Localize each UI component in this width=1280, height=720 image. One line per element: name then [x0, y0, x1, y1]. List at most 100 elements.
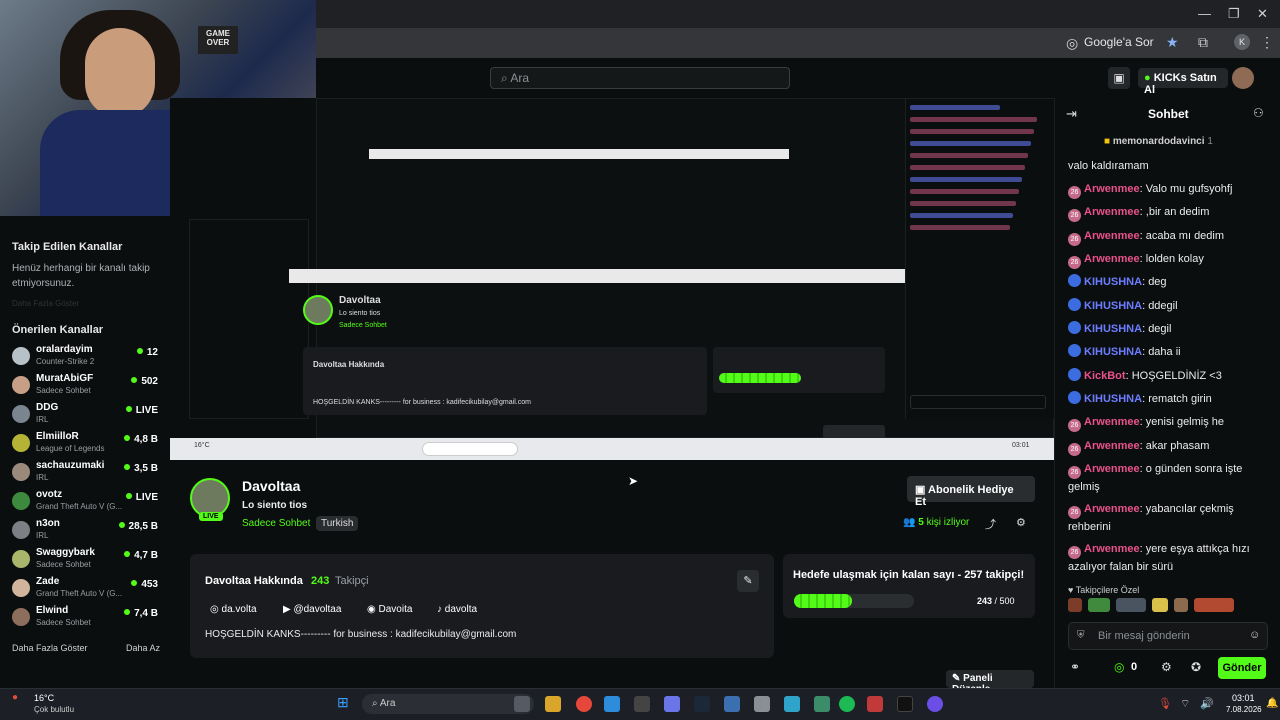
microphone-icon[interactable]: 🎙: [1158, 697, 1172, 710]
steam-icon[interactable]: [694, 696, 710, 712]
sidebar-channel-elwind[interactable]: Elwind Sadece Sohbet 7,4 B: [12, 605, 162, 631]
sidebar-channel-ovotz[interactable]: ovotz Grand Theft Auto V (G... LIVE: [12, 489, 162, 515]
points-icon[interactable]: ◎: [1114, 660, 1124, 674]
emote-3[interactable]: [1116, 598, 1146, 612]
gift-box-icon[interactable]: ▣: [1108, 67, 1130, 89]
app3-icon[interactable]: [754, 696, 770, 712]
profile-avatar[interactable]: K: [1234, 34, 1250, 50]
taskbar-search[interactable]: ⌕ Ara: [362, 694, 534, 714]
terminal-icon[interactable]: [897, 696, 913, 712]
sidebar-channel-elmiillor[interactable]: ElmiilloR League of Legends 4,8 B: [12, 431, 162, 457]
collapse-chat-icon[interactable]: ⇥: [1066, 106, 1077, 122]
social-tiktok[interactable]: ♪ davolta: [437, 604, 477, 615]
search-input[interactable]: ⌕ Ara: [490, 67, 790, 89]
stream-tag[interactable]: Turkish: [316, 516, 359, 531]
channel-category: IRL: [36, 531, 49, 540]
channel-viewers: 4,7 B: [124, 550, 158, 561]
app5-icon[interactable]: [814, 696, 830, 712]
user-settings-icon[interactable]: ⚙: [1016, 516, 1026, 529]
network-icon[interactable]: ⌔: [1180, 697, 1190, 711]
chat-username[interactable]: KIHUSHNA: [1084, 393, 1142, 405]
chat-username[interactable]: Arwenmee: [1084, 416, 1140, 428]
outlook-icon[interactable]: [604, 696, 620, 712]
chat-username[interactable]: Arwenmee: [1084, 253, 1140, 265]
weather-temp[interactable]: 16°C: [34, 693, 54, 703]
social-discord[interactable]: ◉ Davoita: [367, 604, 412, 615]
share-icon[interactable]: ⤴: [985, 516, 996, 532]
chat-username[interactable]: Arwenmee: [1084, 543, 1140, 555]
chat-tools-icon[interactable]: ✪: [1191, 660, 1201, 674]
edit-panels-button[interactable]: ✎ Paneli Düzenle: [946, 670, 1034, 695]
chat-username[interactable]: Arwenmee: [1084, 463, 1140, 475]
chat-input[interactable]: ⛨ Bir mesaj gönderin ☺: [1068, 622, 1268, 650]
google-ask-button[interactable]: Google'a Sor: [1084, 35, 1154, 49]
chat-username[interactable]: Arwenmee: [1084, 440, 1140, 452]
volume-icon[interactable]: 🔊: [1200, 697, 1214, 710]
discord-taskbar-icon[interactable]: [927, 696, 943, 712]
minimize-icon[interactable]: —: [1198, 6, 1211, 21]
emote-2[interactable]: [1088, 598, 1110, 612]
kicks-buy-button[interactable]: ● KICKs Satın Al: [1138, 68, 1228, 96]
edit-about-button[interactable]: ✎: [737, 570, 759, 592]
chat-text: degil: [1148, 323, 1172, 335]
chat-username[interactable]: Arwenmee: [1084, 183, 1140, 195]
chat-username[interactable]: Arwenmee: [1084, 230, 1140, 242]
sidebar-channel-sachauzumaki[interactable]: sachauzumaki IRL 3,5 B: [12, 460, 162, 486]
app2-icon[interactable]: [724, 696, 740, 712]
task-view-icon[interactable]: [514, 696, 530, 712]
social-instagram[interactable]: ◎ da.volta: [210, 604, 257, 615]
clock-time[interactable]: 03:01: [1232, 693, 1255, 703]
spotify-icon[interactable]: [839, 696, 855, 712]
notifications-icon[interactable]: 🔔: [1266, 698, 1278, 709]
chrome-icon[interactable]: [576, 696, 592, 712]
chat-message: KIHUSHNA: degil: [1068, 321, 1268, 337]
channel-viewers: 12: [137, 347, 158, 358]
chat-username[interactable]: KickBot: [1084, 370, 1126, 382]
chat-users-icon[interactable]: ⚇: [1253, 106, 1264, 120]
social-youtube[interactable]: ▶ @davoltaa: [283, 604, 341, 615]
close-icon[interactable]: ✕: [1257, 6, 1268, 22]
chat-username[interactable]: KIHUSHNA: [1084, 346, 1142, 358]
maximize-icon[interactable]: ❐: [1228, 6, 1240, 22]
chat-settings-icon[interactable]: ⚙: [1161, 660, 1172, 674]
more-menu-icon[interactable]: ⋮: [1260, 34, 1274, 51]
show-less-link[interactable]: Daha Az: [126, 643, 160, 653]
sidebar-channel-muratabigf[interactable]: MuratAbiGF Sadece Sohbet 502: [12, 373, 162, 399]
bookmark-star-icon[interactable]: ★: [1166, 34, 1179, 51]
chat-username[interactable]: Arwenmee: [1084, 503, 1140, 515]
sidebar-channel-oralardayim[interactable]: oralardayim Counter-Strike 2 12: [12, 344, 162, 370]
extensions-icon[interactable]: ⧉: [1198, 34, 1208, 51]
obs-icon[interactable]: [634, 696, 650, 712]
windows-start-icon[interactable]: ⊞: [337, 694, 349, 711]
show-more-link[interactable]: Daha Fazla Göster: [12, 643, 88, 653]
emote-1[interactable]: [1068, 598, 1082, 612]
user-avatar[interactable]: [1232, 67, 1254, 89]
chat-username[interactable]: KIHUSHNA: [1084, 300, 1142, 312]
chat-filter-icon[interactable]: ⚭: [1070, 660, 1080, 674]
emote-4[interactable]: [1152, 598, 1168, 612]
file-explorer-icon[interactable]: [545, 696, 561, 712]
weather-icon[interactable]: ●: [12, 692, 18, 703]
chat-username[interactable]: KIHUSHNA: [1084, 276, 1142, 288]
stream-category[interactable]: Sadece Sohbet: [242, 518, 310, 529]
app-icon[interactable]: [664, 696, 680, 712]
send-button[interactable]: Gönder: [1218, 657, 1266, 679]
app4-icon[interactable]: [784, 696, 800, 712]
emote-6[interactable]: [1194, 598, 1234, 612]
chat-username[interactable]: KIHUSHNA: [1084, 323, 1142, 335]
following-show-more[interactable]: Daha Fazla Göster: [12, 299, 79, 308]
chat-text: lolden kolay: [1145, 253, 1204, 265]
gift-subscription-button[interactable]: ▣ Abonelik Hediye Et: [907, 476, 1035, 508]
chat-username[interactable]: Arwenmee: [1084, 206, 1140, 218]
google-lens-icon[interactable]: ◎: [1066, 35, 1078, 52]
streamer-name[interactable]: Davoltaa: [242, 478, 300, 494]
app6-icon[interactable]: [867, 696, 883, 712]
emoji-icon[interactable]: ☺: [1249, 629, 1260, 641]
emote-5[interactable]: [1174, 598, 1188, 612]
sidebar-channel-ddg[interactable]: DDG IRL LIVE: [12, 402, 162, 428]
sidebar-channel-zade[interactable]: Zade Grand Theft Auto V (G... 453: [12, 576, 162, 602]
sidebar-channel-swaggybark[interactable]: Swaggybark Sadece Sohbet 4,7 B: [12, 547, 162, 573]
sidebar-channel-n3on[interactable]: n3on IRL 28,5 B: [12, 518, 162, 544]
channel-avatar: [12, 608, 30, 626]
pencil-icon: ✎: [743, 575, 753, 587]
